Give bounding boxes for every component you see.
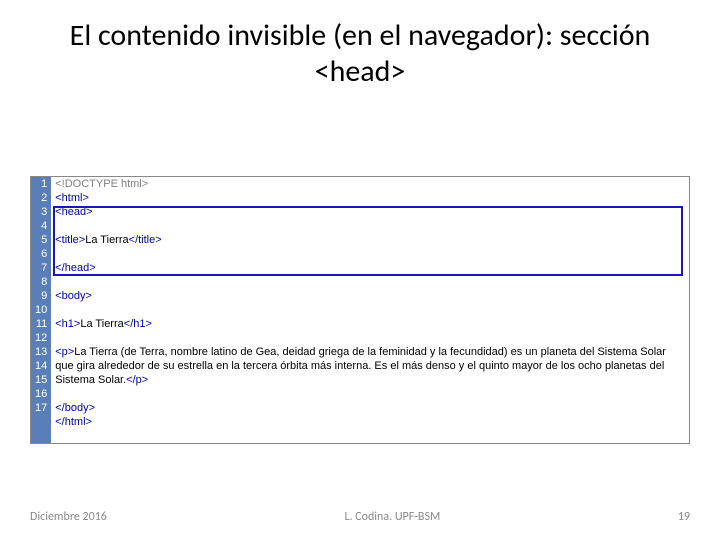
footer-page-number: 19 <box>678 510 690 524</box>
slide-title: El contenido invisible (en el navegador)… <box>0 0 720 90</box>
code-token: <h1> <box>55 318 80 330</box>
line-number: 15 <box>35 373 47 387</box>
line-number: 12 <box>35 331 47 345</box>
code-token: </h1> <box>124 318 152 330</box>
footer-author: L. Codina. UPF-BSM <box>344 510 440 524</box>
code-token: </head> <box>55 262 95 274</box>
code-screenshot: 1 2 3 4 5 6 7 8 9 10 11 12 13 14 15 16 1… <box>30 176 690 444</box>
code-token: <!DOCTYPE html> <box>55 178 148 190</box>
code-token: </body> <box>55 402 95 414</box>
code-token: <html> <box>55 192 89 204</box>
code-token: </title> <box>129 234 162 246</box>
line-number: 1 <box>35 177 47 191</box>
line-number: 3 <box>35 205 47 219</box>
line-number: 11 <box>35 317 47 331</box>
line-number-gutter: 1 2 3 4 5 6 7 8 9 10 11 12 13 14 15 16 1… <box>31 177 51 443</box>
line-number: 4 <box>35 219 47 233</box>
line-number: 16 <box>35 387 47 401</box>
code-token: </p> <box>126 374 148 386</box>
line-number: 13 <box>35 345 47 359</box>
code-token: <head> <box>55 206 92 218</box>
code-token: </html> <box>55 416 92 428</box>
line-number: 9 <box>35 289 47 303</box>
line-number: 8 <box>35 275 47 289</box>
code-content: <!DOCTYPE html> <html> <head> <title>La … <box>51 177 689 443</box>
code-token: La Tierra <box>80 318 123 330</box>
line-number: 2 <box>35 191 47 205</box>
slide-footer: Diciembre 2016 L. Codina. UPF-BSM 19 <box>30 510 690 524</box>
line-number: 5 <box>35 233 47 247</box>
code-token: La Tierra <box>85 234 128 246</box>
footer-date: Diciembre 2016 <box>30 510 107 524</box>
code-token: <body> <box>55 290 92 302</box>
line-number: 17 <box>35 401 47 415</box>
line-number: 7 <box>35 261 47 275</box>
code-token: <p> <box>55 346 74 358</box>
line-number: 10 <box>35 303 47 317</box>
line-number: 14 <box>35 359 47 373</box>
line-number: 6 <box>35 247 47 261</box>
code-token: <title> <box>55 234 85 246</box>
